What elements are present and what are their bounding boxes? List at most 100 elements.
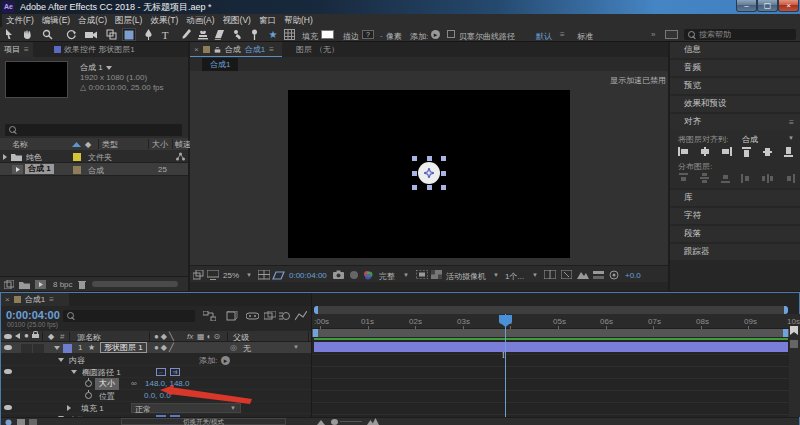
camera-select[interactable]: 活动摄像机 bbox=[446, 271, 486, 282]
bezier-label[interactable]: 贝塞尔曲线路径 bbox=[459, 31, 515, 42]
dist-top-icon[interactable] bbox=[678, 173, 689, 182]
close-tab-icon[interactable]: × bbox=[194, 45, 199, 54]
lock-icon[interactable] bbox=[32, 334, 39, 338]
grid-icon[interactable] bbox=[282, 28, 296, 41]
fill-label[interactable]: 填充 bbox=[302, 31, 318, 42]
handle[interactable] bbox=[441, 185, 446, 190]
type-tool[interactable]: T bbox=[158, 28, 172, 41]
work-area-bar[interactable] bbox=[312, 329, 789, 337]
add-property-button[interactable]: ▸ bbox=[221, 356, 230, 365]
brush-tool[interactable] bbox=[179, 28, 193, 41]
monitor-icon[interactable] bbox=[207, 270, 219, 280]
panel-audio[interactable]: 音频 bbox=[670, 60, 800, 76]
align-bottom-icon[interactable] bbox=[783, 147, 794, 156]
panel-character[interactable]: 字符 bbox=[670, 208, 800, 224]
zoom-out-mountain-icon[interactable] bbox=[317, 419, 325, 425]
new-comp-icon[interactable] bbox=[35, 280, 46, 289]
dist-right-icon[interactable] bbox=[783, 173, 794, 182]
dist-hcenter-icon[interactable] bbox=[762, 173, 773, 182]
contents-row[interactable]: 内容 添加: ▸ bbox=[1, 354, 311, 366]
draft-3d-icon[interactable] bbox=[226, 311, 238, 321]
align-to-value[interactable]: 合成 bbox=[742, 134, 758, 145]
workspace-standard[interactable]: 标准 bbox=[577, 31, 593, 42]
view-layout-select[interactable]: 1个... bbox=[505, 271, 524, 282]
stroke-swatch[interactable]: ? bbox=[362, 30, 374, 39]
handle[interactable] bbox=[412, 171, 417, 176]
clone-stamp-tool[interactable] bbox=[196, 28, 210, 41]
fill-row[interactable]: 填充 1 正常▼ bbox=[1, 402, 311, 414]
zoom-tool[interactable] bbox=[40, 28, 54, 41]
align-right-icon[interactable] bbox=[720, 147, 731, 156]
eye-icon[interactable] bbox=[4, 334, 12, 339]
timeline-search-box[interactable] bbox=[63, 310, 195, 322]
comp-flowchart-icon[interactable] bbox=[203, 311, 216, 321]
motion-blur-icon[interactable] bbox=[279, 311, 291, 321]
graph-editor-icon[interactable] bbox=[295, 311, 307, 321]
layer-color-swatch[interactable] bbox=[63, 344, 72, 353]
eye-icon[interactable] bbox=[4, 405, 12, 410]
panel-preview[interactable]: 预览 bbox=[670, 78, 800, 94]
lock-cell[interactable] bbox=[33, 344, 44, 353]
tab-project[interactable]: 项目≡ bbox=[0, 42, 33, 57]
position-label[interactable]: 位置 bbox=[99, 391, 115, 402]
timeline-tab[interactable]: ×合成1≡ bbox=[1, 293, 69, 306]
tab-composition[interactable]: × 合成 合成1 ≡ bbox=[190, 42, 282, 57]
always-preview-icon[interactable] bbox=[193, 270, 204, 280]
panel-tracker[interactable]: 跟踪器 bbox=[670, 244, 800, 260]
ellipse-expander[interactable] bbox=[71, 370, 77, 374]
size-label[interactable]: 大小 bbox=[95, 378, 119, 390]
label-column-icon[interactable]: ◆ bbox=[48, 332, 54, 341]
comp-button-icon[interactable] bbox=[790, 340, 798, 348]
layer-row[interactable]: 1 ★ 形状图层 1 ●◆╱ ◎ 无 ▼ bbox=[1, 342, 311, 354]
layer-eye-icon[interactable] bbox=[4, 345, 12, 350]
motionblur-shortcut-icon[interactable] bbox=[29, 419, 38, 425]
show-snapshot-icon[interactable] bbox=[350, 271, 358, 279]
comp-name-cell[interactable]: 合成 1 bbox=[25, 164, 54, 174]
stopwatch-icon[interactable] bbox=[85, 392, 92, 399]
frame-blend-icon[interactable] bbox=[264, 311, 276, 321]
frameblend-shortcut-icon[interactable] bbox=[17, 419, 26, 425]
timeline-nav-icon[interactable] bbox=[593, 270, 604, 280]
flowchart-icon[interactable] bbox=[609, 270, 619, 280]
collect-icon[interactable] bbox=[4, 280, 14, 289]
eraser-tool[interactable] bbox=[212, 28, 226, 41]
resolution-select[interactable]: 完整 bbox=[379, 271, 395, 282]
camera-tool[interactable] bbox=[84, 28, 98, 41]
shy-icon[interactable] bbox=[246, 311, 259, 321]
handle[interactable] bbox=[441, 171, 446, 176]
parent-value[interactable]: 无 bbox=[243, 343, 251, 354]
label-swatch[interactable] bbox=[73, 166, 81, 174]
zoom-slider-track[interactable] bbox=[340, 421, 362, 422]
workspace-default[interactable]: 默认 bbox=[536, 31, 552, 42]
comp-viewer[interactable]: 显示加速已禁用 bbox=[190, 71, 668, 265]
mask-visibility-icon[interactable] bbox=[272, 270, 285, 280]
channels-icon[interactable] bbox=[363, 270, 373, 280]
handle[interactable] bbox=[412, 185, 417, 190]
project-row-solids[interactable]: 纯色 文件夹 bbox=[0, 150, 188, 163]
time-navigator[interactable] bbox=[314, 306, 788, 314]
menu-animation[interactable]: 动画(A) bbox=[182, 15, 218, 27]
help-search-box[interactable]: 搜索帮助 bbox=[684, 29, 796, 40]
workspace-menu-icon[interactable]: ≡ bbox=[560, 30, 565, 39]
fill-expander[interactable] bbox=[67, 405, 71, 411]
tab-effect-controls[interactable]: 效果控件 形状图层1 bbox=[50, 42, 139, 57]
roto-brush-tool[interactable] bbox=[231, 28, 245, 41]
pen-tool[interactable] bbox=[141, 28, 155, 41]
handle[interactable] bbox=[427, 185, 432, 190]
exposure-value[interactable]: +0.0 bbox=[625, 271, 641, 280]
dist-vcenter-icon[interactable] bbox=[699, 173, 710, 182]
shape-direction-icon[interactable]: ↔ bbox=[156, 368, 166, 376]
bpc-label[interactable]: 8 bpc bbox=[53, 280, 73, 289]
stopwatch-icon[interactable] bbox=[85, 380, 92, 387]
size-row[interactable]: 大小 ∞ 148.0, 148.0 bbox=[1, 378, 311, 390]
shape-direction-icon2[interactable]: ⇉ bbox=[170, 368, 180, 376]
zoom-level[interactable]: 25% bbox=[223, 271, 239, 280]
hand-tool[interactable] bbox=[20, 28, 34, 41]
contents-expander[interactable] bbox=[58, 358, 64, 362]
panel-info[interactable]: 信息 bbox=[670, 42, 800, 58]
view-options-icon[interactable] bbox=[544, 270, 556, 279]
ellipse-path-row[interactable]: 椭圆路径 1 ↔ ⇉ bbox=[1, 366, 311, 378]
menu-layer[interactable]: 图层(L) bbox=[111, 15, 146, 27]
handle[interactable] bbox=[412, 156, 417, 161]
horizontal-scrollbar[interactable] bbox=[92, 281, 178, 287]
